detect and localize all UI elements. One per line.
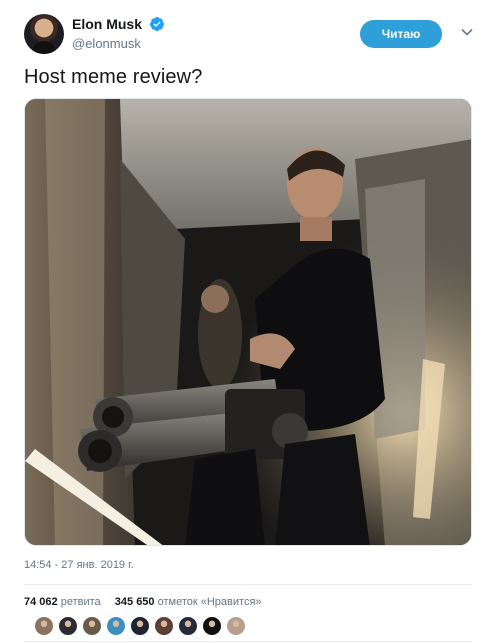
engagement-stats: 74 062 ретвита 345 650 отметок «Нравится… bbox=[24, 596, 262, 608]
tweet-header: Elon Musk @elonmusk Читаю bbox=[24, 14, 474, 54]
liker-avatar[interactable] bbox=[202, 616, 222, 636]
author-display-name[interactable]: Elon Musk bbox=[72, 16, 142, 32]
tweet-text: Host meme review? bbox=[24, 66, 203, 88]
author-avatar[interactable] bbox=[24, 14, 64, 54]
liker-avatar[interactable] bbox=[82, 616, 102, 636]
likes-label[interactable]: отметок «Нравится» bbox=[158, 596, 262, 608]
liker-avatar[interactable] bbox=[58, 616, 78, 636]
liker-avatar[interactable] bbox=[130, 616, 150, 636]
liker-avatar[interactable] bbox=[226, 616, 246, 636]
verified-badge-icon bbox=[150, 16, 165, 31]
divider bbox=[24, 584, 472, 585]
divider bbox=[24, 641, 472, 642]
liker-avatar[interactable] bbox=[154, 616, 174, 636]
tweet-photo[interactable] bbox=[24, 98, 472, 546]
chevron-down-icon[interactable] bbox=[460, 25, 474, 39]
liker-avatar[interactable] bbox=[34, 616, 54, 636]
tweet-timestamp[interactable]: 14:54 - 27 янв. 2019 г. bbox=[24, 559, 134, 571]
liker-avatar[interactable] bbox=[178, 616, 198, 636]
liker-avatar[interactable] bbox=[106, 616, 126, 636]
liker-avatars bbox=[34, 616, 250, 638]
author-names: Elon Musk @elonmusk bbox=[72, 15, 165, 51]
retweets-label[interactable]: ретвита bbox=[61, 596, 101, 608]
author-handle[interactable]: @elonmusk bbox=[72, 36, 165, 51]
retweets-count[interactable]: 74 062 bbox=[24, 596, 58, 608]
follow-button[interactable]: Читаю bbox=[360, 20, 442, 48]
likes-count[interactable]: 345 650 bbox=[115, 596, 155, 608]
photo-illustration bbox=[25, 99, 471, 545]
